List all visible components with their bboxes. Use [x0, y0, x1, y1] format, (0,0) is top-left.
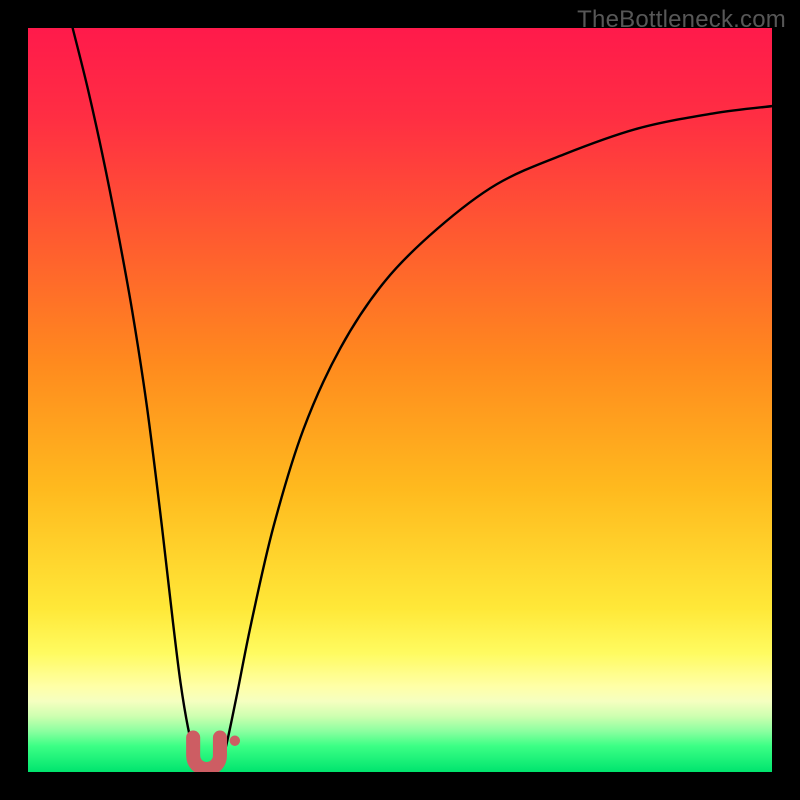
chart-frame: TheBottleneck.com [0, 0, 800, 800]
marker-dot [230, 736, 240, 746]
curve-left-branch [73, 28, 203, 768]
curve-right-branch [218, 106, 772, 768]
markers-group [193, 736, 240, 769]
watermark-text: TheBottleneck.com [577, 6, 786, 34]
curve-layer [28, 28, 772, 772]
plot-area [28, 28, 772, 772]
marker-u [193, 738, 220, 769]
